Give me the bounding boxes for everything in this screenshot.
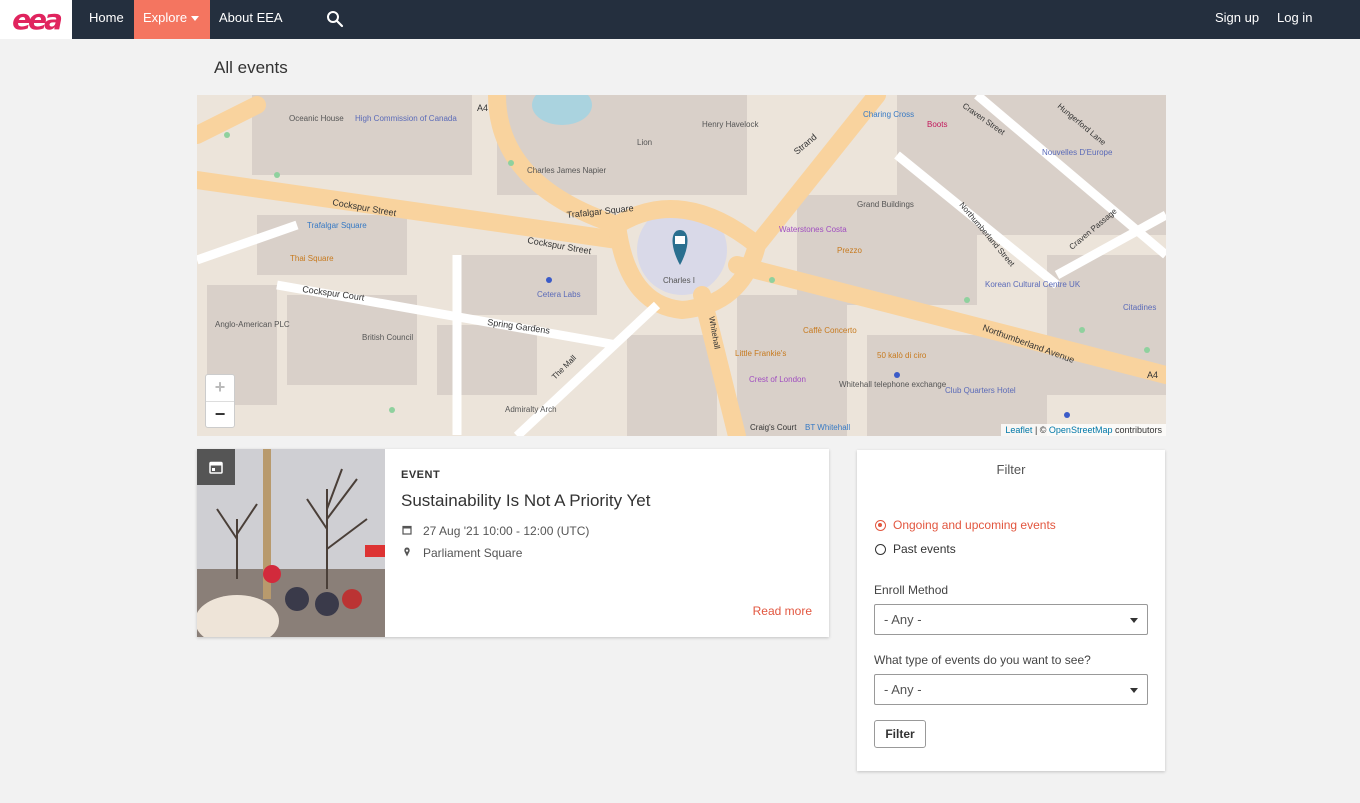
map-poi: Boots	[927, 120, 947, 129]
map-poi: 50 kalò di ciro	[877, 351, 927, 360]
map-poi: Grand Buildings	[857, 200, 914, 209]
attribution-tail: contributors	[1112, 425, 1162, 435]
leaflet-link[interactable]: Leaflet	[1005, 425, 1032, 435]
map-poi: Club Quarters Hotel	[945, 386, 1016, 395]
map-poi: Nouvelles D'Europe	[1042, 148, 1113, 157]
radio-past[interactable]: Past events	[875, 542, 956, 556]
map-poi: Crest of London	[749, 375, 806, 384]
page-title: All events	[214, 58, 288, 77]
map-tiles[interactable]: Cockspur Street Cockspur Street Trafalga…	[197, 95, 1166, 436]
map-poi: Whitehall telephone exchange	[839, 380, 947, 389]
radio-checked-icon[interactable]	[875, 519, 886, 531]
attribution-separator: | ©	[1032, 425, 1049, 435]
chevron-down-icon	[1130, 688, 1138, 693]
map-road-ref: A4	[477, 103, 488, 113]
event-card[interactable]: EVENT Sustainability Is Not A Priority Y…	[197, 449, 829, 637]
map-poi: Admiralty Arch	[505, 405, 557, 414]
map-building	[437, 325, 537, 395]
event-type-label-filter: What type of events do you want to see?	[874, 653, 1091, 667]
event-type-label: EVENT	[401, 469, 441, 481]
map-poi: Waterstones Costa	[779, 225, 847, 234]
map-poi: Charing Cross	[863, 110, 914, 119]
map-poi: Oceanic House	[289, 114, 344, 123]
nav-explore-label: Explore	[143, 10, 188, 25]
map-poi: Cetera Labs	[537, 290, 581, 299]
nav-home-link[interactable]: Home	[80, 0, 133, 39]
signup-link[interactable]: Sign up	[1206, 0, 1268, 39]
map-poi: Lion	[637, 138, 652, 147]
map-attribution: Leaflet | © OpenStreetMap contributors	[1001, 424, 1166, 436]
calendar-icon	[197, 449, 235, 485]
osm-link[interactable]: OpenStreetMap	[1049, 425, 1113, 435]
event-date: 27 Aug '21 10:00 - 12:00 (UTC)	[423, 524, 590, 538]
map-poi: Little Frankie's	[735, 349, 786, 358]
event-image[interactable]	[197, 449, 385, 637]
radio-upcoming-label: Ongoing and upcoming events	[893, 518, 1056, 532]
event-type-value: - Any -	[884, 682, 922, 697]
eea-logo[interactable]: eea	[0, 0, 72, 39]
zoom-out-button[interactable]: −	[206, 402, 234, 428]
map-poi: Henry Havelock	[702, 120, 759, 129]
chevron-down-icon	[1130, 618, 1138, 623]
top-navbar: eea Home Explore About EEA Sign up Log i…	[0, 0, 1360, 39]
map-building	[457, 255, 597, 315]
enroll-method-value: - Any -	[884, 612, 922, 627]
enroll-method-label: Enroll Method	[874, 583, 949, 597]
zoom-in-button[interactable]: +	[206, 375, 234, 402]
filter-title: Filter	[996, 462, 1026, 477]
event-location: Parliament Square	[423, 546, 523, 560]
enroll-method-select[interactable]: - Any -	[874, 604, 1148, 635]
map-poi: Charles James Napier	[527, 166, 606, 175]
map-poi: Anglo-American PLC	[215, 320, 290, 329]
nav-about-link[interactable]: About EEA	[210, 0, 292, 39]
map-building	[737, 295, 847, 436]
map-zoom-control: + −	[205, 374, 235, 428]
map-poi: Prezzo	[837, 246, 862, 255]
map-building	[627, 335, 717, 436]
location-pin-icon	[404, 547, 410, 557]
map-poi: Thai Square	[290, 254, 334, 263]
map-building	[252, 95, 472, 175]
map-poi: High Commission of Canada	[355, 114, 457, 123]
map-poi: Korean Cultural Centre UK	[985, 280, 1081, 289]
map-poi: Trafalgar Square	[307, 221, 367, 230]
events-map[interactable]: Cockspur Street Cockspur Street Trafalga…	[197, 95, 1166, 436]
caret-down-icon	[191, 16, 200, 22]
map-poi: Charles I	[663, 276, 695, 285]
filter-panel: Filter Ongoing and upcoming events Past …	[857, 450, 1165, 771]
event-type-select[interactable]: - Any -	[874, 674, 1148, 705]
map-poi: British Council	[362, 333, 413, 342]
read-more-link[interactable]: Read more	[753, 604, 812, 618]
map-label: Strand	[792, 132, 819, 157]
map-label: BT Whitehall	[805, 423, 850, 432]
event-title[interactable]: Sustainability Is Not A Priority Yet	[401, 491, 650, 511]
login-link[interactable]: Log in	[1268, 0, 1321, 39]
map-poi: Citadines	[1123, 303, 1156, 312]
map-label: Craig's Court	[750, 423, 797, 432]
radio-past-label: Past events	[893, 542, 956, 556]
map-poi: Caffè Concerto	[803, 326, 857, 335]
filter-button[interactable]: Filter	[874, 720, 926, 748]
radio-upcoming[interactable]: Ongoing and upcoming events	[875, 518, 1056, 532]
search-icon[interactable]	[326, 10, 344, 28]
logo-text: eea	[12, 2, 63, 36]
map-road-ref: A4	[1147, 370, 1158, 380]
nav-explore-menu[interactable]: Explore	[134, 0, 210, 39]
date-icon	[402, 525, 412, 535]
radio-unchecked-icon[interactable]	[875, 543, 886, 555]
